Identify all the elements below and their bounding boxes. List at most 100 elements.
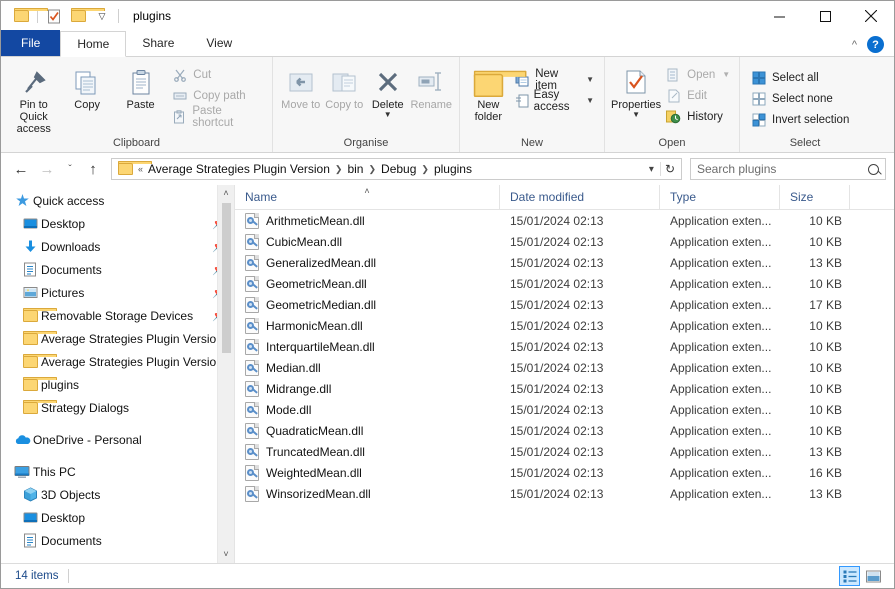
new-folder-icon[interactable] xyxy=(66,5,105,27)
folder-icon[interactable] xyxy=(9,5,48,27)
properties-button[interactable]: Properties ▼ xyxy=(611,61,661,119)
tab-home[interactable]: Home xyxy=(60,31,127,57)
column-header-size[interactable]: Size xyxy=(780,184,850,210)
delete-dropdown-icon[interactable]: ▼ xyxy=(384,111,392,119)
properties-dropdown-icon[interactable]: ▼ xyxy=(632,111,640,119)
pin-to-quick-access-button[interactable]: Pin to Quick access xyxy=(7,61,60,135)
tab-view[interactable]: View xyxy=(190,30,248,56)
invert-selection-button[interactable]: Invert selection xyxy=(746,109,853,130)
paste-button[interactable]: Paste xyxy=(114,61,167,111)
copy-button[interactable]: Copy xyxy=(60,61,113,111)
file-name-cell[interactable]: Mode.dll xyxy=(235,399,500,420)
sidebar-item-desktop[interactable]: Desktop 📌 xyxy=(1,212,234,235)
file-name-cell[interactable]: InterquartileMean.dll xyxy=(235,336,500,357)
recent-locations-button[interactable]: ˇ xyxy=(61,157,79,181)
copy-path-button[interactable]: Copy path xyxy=(167,85,266,106)
large-icons-view-button[interactable] xyxy=(863,566,884,586)
column-header-date-modified[interactable]: Date modified xyxy=(500,184,660,210)
file-name-cell[interactable]: HarmonicMean.dll xyxy=(235,315,500,336)
maximize-button[interactable] xyxy=(802,1,848,31)
scroll-down-arrow-icon[interactable]: ˅ xyxy=(223,546,228,563)
sidebar-item-average-strategies-plugin-version-1[interactable]: Average Strategies Plugin Version xyxy=(1,327,234,350)
easy-access-button[interactable]: Easy access ▼ xyxy=(511,89,598,113)
table-row[interactable]: WeightedMean.dll 15/01/2024 02:13 Applicat… xyxy=(235,462,894,483)
search-icon[interactable] xyxy=(868,163,879,175)
sidebar-item-documents[interactable]: Documents 📌 xyxy=(1,258,234,281)
sidebar-item-3d-objects[interactable]: 3D Objects xyxy=(1,483,234,506)
new-folder-button[interactable]: New folder xyxy=(466,61,527,123)
chevron-up-icon[interactable]: ^ xyxy=(852,39,857,51)
up-button[interactable]: ↑ xyxy=(81,157,105,181)
table-row[interactable]: GeometricMean.dll 15/01/2024 02:13 Applica… xyxy=(235,273,894,294)
sidebar-item-desktop-pc[interactable]: Desktop xyxy=(1,506,234,529)
select-none-button[interactable]: Select none xyxy=(746,88,853,109)
breadcrumb-item-2[interactable]: Debug xyxy=(377,162,420,176)
navigation-pane-scrollbar[interactable]: ˄ ˅ xyxy=(217,185,234,563)
breadcrumb-chevron-icon[interactable]: ❯ xyxy=(367,164,377,175)
sidebar-item-removable-storage-devices[interactable]: Removable Storage Devices 📌 xyxy=(1,304,234,327)
sidebar-item-quick-access[interactable]: Quick access xyxy=(1,189,234,212)
file-name-cell[interactable]: Median.dll xyxy=(235,357,500,378)
column-header-type[interactable]: Type xyxy=(660,184,780,210)
forward-button[interactable]: → xyxy=(35,157,59,181)
file-name-cell[interactable]: GeneralizedMean.dll xyxy=(235,252,500,273)
breadcrumb-dropdown-icon[interactable]: ▾ xyxy=(643,164,660,175)
scrollbar-track[interactable] xyxy=(221,202,231,546)
open-dropdown-icon[interactable]: ▼ xyxy=(722,70,730,79)
details-view-button[interactable] xyxy=(839,566,860,586)
help-icon[interactable]: ? xyxy=(867,36,884,53)
file-name-cell[interactable]: ArithmeticMean.dll xyxy=(235,210,500,231)
breadcrumb[interactable]: « Average Strategies Plugin Version ❯ bi… xyxy=(111,158,682,180)
column-header-name[interactable]: ˄ Name xyxy=(235,184,500,210)
close-button[interactable] xyxy=(848,1,894,31)
table-row[interactable]: GeneralizedMean.dll 15/01/2024 02:13 Appli… xyxy=(235,252,894,273)
edit-button[interactable]: Edit xyxy=(661,85,734,106)
select-all-button[interactable]: Select all xyxy=(746,67,853,88)
paste-shortcut-button[interactable]: Paste shortcut xyxy=(167,105,266,129)
cut-button[interactable]: Cut xyxy=(167,64,266,85)
table-row[interactable]: Mode.dll 15/01/2024 02:13 Application exte… xyxy=(235,399,894,420)
file-name-cell[interactable]: WinsorizedMean.dll xyxy=(235,483,500,504)
file-name-cell[interactable]: QuadraticMean.dll xyxy=(235,420,500,441)
minimize-button[interactable] xyxy=(756,1,802,31)
table-row[interactable]: Midrange.dll 15/01/2024 02:13 Application … xyxy=(235,378,894,399)
scroll-up-arrow-icon[interactable]: ˄ xyxy=(223,185,228,202)
open-button[interactable]: Open ▼ xyxy=(661,64,734,85)
table-row[interactable]: ArithmeticMean.dll 15/01/2024 02:13 Applic… xyxy=(235,210,894,231)
file-name-cell[interactable]: GeometricMedian.dll xyxy=(235,294,500,315)
rename-button[interactable]: Rename xyxy=(410,61,454,111)
refresh-button[interactable]: ↻ xyxy=(659,162,679,176)
file-name-cell[interactable]: TruncatedMean.dll xyxy=(235,441,500,462)
sidebar-item-onedrive-personal[interactable]: OneDrive - Personal xyxy=(1,428,234,451)
tab-share[interactable]: Share xyxy=(126,30,190,56)
new-item-dropdown-icon[interactable]: ▼ xyxy=(586,75,594,84)
move-to-button[interactable]: Move to xyxy=(279,61,323,111)
sidebar-item-pictures[interactable]: Pictures 📌 xyxy=(1,281,234,304)
file-name-cell[interactable]: WeightedMean.dll xyxy=(235,462,500,483)
table-row[interactable]: HarmonicMean.dll 15/01/2024 02:13 Applicat… xyxy=(235,315,894,336)
sidebar-item-average-strategies-plugin-version-2[interactable]: Average Strategies Plugin Version xyxy=(1,350,234,373)
sidebar-item-plugins[interactable]: plugins xyxy=(1,373,234,396)
copy-to-button[interactable]: Copy to xyxy=(323,61,367,111)
sidebar-item-strategy-dialogs[interactable]: Strategy Dialogs xyxy=(1,396,234,419)
table-row[interactable]: Median.dll 15/01/2024 02:13 Application ex… xyxy=(235,357,894,378)
sidebar-item-this-pc[interactable]: This PC xyxy=(1,460,234,483)
easy-access-dropdown-icon[interactable]: ▼ xyxy=(586,96,594,105)
breadcrumb-chevron-icon[interactable]: ❯ xyxy=(334,164,344,175)
breadcrumb-item-0[interactable]: Average Strategies Plugin Version xyxy=(144,162,334,176)
breadcrumb-item-3[interactable]: plugins xyxy=(430,162,476,176)
file-name-cell[interactable]: Midrange.dll xyxy=(235,378,500,399)
delete-button[interactable]: Delete ▼ xyxy=(366,61,410,119)
history-button[interactable]: History xyxy=(661,106,734,127)
search-box[interactable] xyxy=(690,158,886,180)
breadcrumb-overflow-icon[interactable]: « xyxy=(137,164,144,174)
tab-file[interactable]: File xyxy=(1,30,61,56)
table-row[interactable]: GeometricMedian.dll 15/01/2024 02:13 Appli… xyxy=(235,294,894,315)
search-input[interactable] xyxy=(697,162,868,176)
scrollbar-thumb[interactable] xyxy=(221,203,231,353)
breadcrumb-chevron-icon[interactable]: ❯ xyxy=(420,164,430,175)
table-row[interactable]: WinsorizedMean.dll 15/01/2024 02:13 Applic… xyxy=(235,483,894,504)
table-row[interactable]: CubicMean.dll 15/01/2024 02:13 Application… xyxy=(235,231,894,252)
back-button[interactable]: ← xyxy=(9,157,33,181)
sidebar-item-downloads[interactable]: Downloads 📌 xyxy=(1,235,234,258)
